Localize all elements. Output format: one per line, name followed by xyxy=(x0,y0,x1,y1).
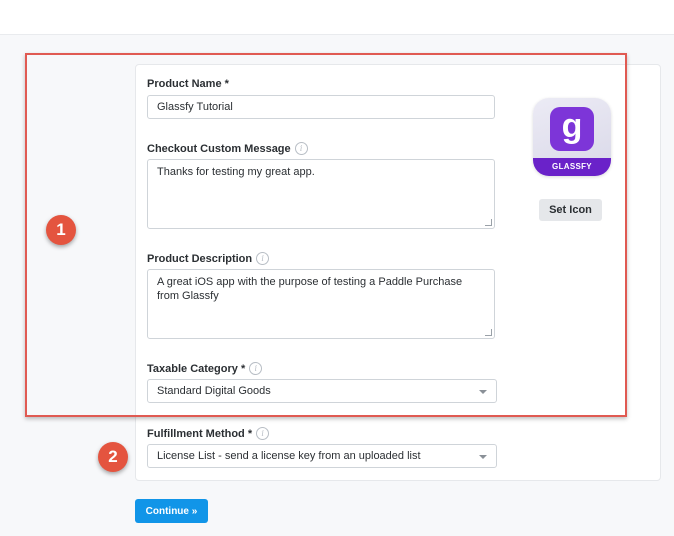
product-description-label: Product Description i xyxy=(147,252,270,265)
info-icon[interactable]: i xyxy=(294,142,308,155)
fulfillment-method-select[interactable]: License List - send a license key from a… xyxy=(147,444,497,468)
info-icon[interactable]: i xyxy=(256,252,270,265)
fulfillment-method-label: Fulfillment Method * i xyxy=(147,427,270,440)
checkout-message-label: Checkout Custom Message i xyxy=(147,142,308,155)
continue-button[interactable]: Continue » xyxy=(135,499,208,523)
app-icon-glyph: g xyxy=(550,107,594,151)
product-name-label: Product Name * xyxy=(147,78,229,90)
chevron-down-icon xyxy=(479,390,487,394)
info-icon[interactable]: i xyxy=(256,427,270,440)
product-description-textarea[interactable]: A great iOS app with the purpose of test… xyxy=(147,269,495,339)
chevron-down-icon xyxy=(479,455,487,459)
annotation-badge-1: 1 xyxy=(46,215,76,245)
resize-grip-icon[interactable] xyxy=(485,219,492,226)
resize-grip-icon[interactable] xyxy=(485,329,492,336)
app-icon-brand-bar: GLASSFY xyxy=(533,158,611,176)
product-name-input[interactable]: Glassfy Tutorial xyxy=(147,95,495,119)
info-icon[interactable]: i xyxy=(249,362,263,375)
taxable-category-select[interactable]: Standard Digital Goods xyxy=(147,379,497,403)
annotation-badge-2: 2 xyxy=(98,442,128,472)
taxable-category-label: Taxable Category * i xyxy=(147,362,263,375)
checkout-message-textarea[interactable]: Thanks for testing my great app. xyxy=(147,159,495,229)
set-icon-button[interactable]: Set Icon xyxy=(539,199,602,221)
glassfy-app-icon: g GLASSFY xyxy=(533,98,611,176)
top-bar xyxy=(0,0,674,35)
